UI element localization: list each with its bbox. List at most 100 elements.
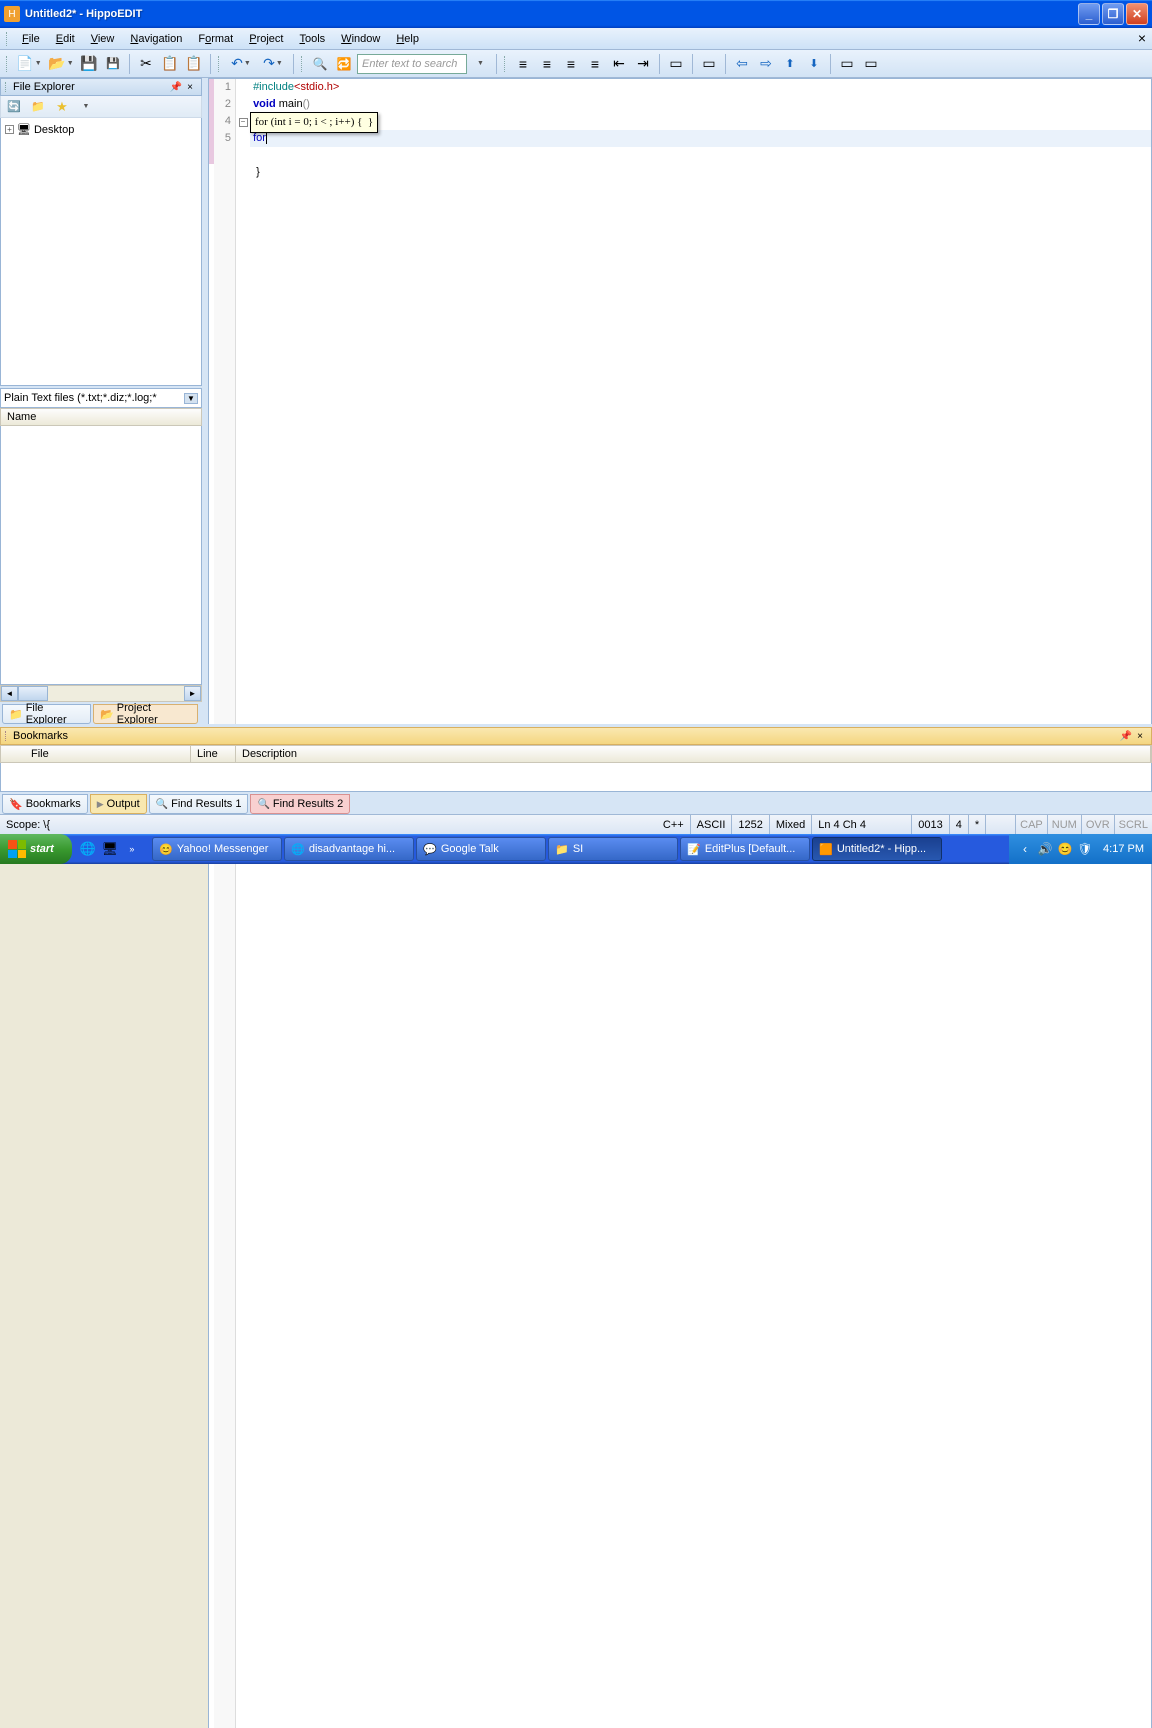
tab-output[interactable]: Output <box>90 794 147 814</box>
windows-logo-icon <box>8 840 26 858</box>
pin-button[interactable]: 📌 <box>169 82 183 93</box>
column-line[interactable]: Line <box>191 746 236 762</box>
grip-icon <box>5 731 9 741</box>
paste-button[interactable] <box>183 53 205 75</box>
search-input[interactable]: Enter text to search <box>357 54 467 74</box>
window-titlebar: H Untitled2* - HippoEDIT _ ❐ ✕ <box>0 0 1152 28</box>
grip-icon <box>6 32 10 46</box>
scroll-right-button[interactable]: ► <box>184 686 201 701</box>
tab-file-explorer[interactable]: File Explorer <box>2 704 91 724</box>
window-button-2[interactable] <box>860 53 882 75</box>
desktop-icon <box>17 123 31 136</box>
main-area: File Explorer 📌 × ▼ + Desktop Plain Text… <box>0 78 1152 724</box>
expand-icon[interactable]: + <box>5 125 14 134</box>
explorer-tabs: File Explorer Project Explorer <box>0 702 202 724</box>
horizontal-scrollbar[interactable]: ◄ ► <box>0 685 202 702</box>
tab-bookmarks[interactable]: Bookmarks <box>2 794 88 814</box>
find-button[interactable] <box>309 53 331 75</box>
tree-item-desktop[interactable]: + Desktop <box>5 122 197 137</box>
separator <box>496 54 497 74</box>
scroll-left-button[interactable]: ◄ <box>1 686 18 701</box>
align-right-button[interactable] <box>584 53 606 75</box>
ql-ie-icon[interactable]: 🌐 <box>78 839 98 859</box>
code-hint-tooltip: for (int i = 0; i < ; i++) { } <box>250 112 378 133</box>
menu-format[interactable]: Format <box>190 31 241 47</box>
column-file[interactable]: File <box>1 746 191 762</box>
menu-view[interactable]: View <box>83 31 123 47</box>
cut-button[interactable] <box>135 53 157 75</box>
save-button[interactable] <box>78 53 100 75</box>
start-button[interactable]: start <box>0 834 72 864</box>
favorites-button[interactable] <box>53 98 71 116</box>
outdent-button[interactable] <box>608 53 630 75</box>
mdi-close-button[interactable]: × <box>1138 30 1146 46</box>
file-explorer-panel: File Explorer 📌 × ▼ + Desktop Plain Text… <box>0 78 205 724</box>
window-button-1[interactable] <box>836 53 858 75</box>
nav-forward-button[interactable] <box>755 53 777 75</box>
dropdown-icon[interactable]: ▼ <box>184 393 198 404</box>
code-editor[interactable]: 1245 − #include<stdio.h> void main() for… <box>208 78 1152 1728</box>
menu-navigation[interactable]: Navigation <box>122 31 190 47</box>
scroll-track[interactable] <box>48 686 184 701</box>
replace-button[interactable] <box>333 53 355 75</box>
main-toolbar: ▼ ▼ ▼ ▼ Enter text to search ▼ <box>0 50 1152 78</box>
ql-expand-icon[interactable]: » <box>122 839 142 859</box>
align-center-button[interactable] <box>536 53 558 75</box>
scroll-thumb[interactable] <box>18 686 48 701</box>
separator <box>830 54 831 74</box>
format-button[interactable] <box>665 53 687 75</box>
app-icon: H <box>4 6 20 22</box>
folder-icon <box>9 708 23 721</box>
line-gutter: 1245 <box>214 79 236 1728</box>
tab-find-results-1[interactable]: Find Results 1 <box>149 794 249 814</box>
align-justify-button[interactable] <box>560 53 582 75</box>
undo-button[interactable]: ▼ <box>226 53 256 75</box>
file-list[interactable] <box>0 426 202 685</box>
align-left-button[interactable] <box>512 53 534 75</box>
column-name: Name <box>7 411 36 423</box>
nav-back-button[interactable] <box>731 53 753 75</box>
new-button[interactable]: ▼ <box>14 53 44 75</box>
menu-help[interactable]: Help <box>388 31 427 47</box>
nav-down-button[interactable] <box>803 53 825 75</box>
indent-button[interactable] <box>632 53 654 75</box>
panel-close-button[interactable]: × <box>183 82 197 93</box>
search-icon <box>156 798 168 810</box>
fold-collapse-icon[interactable]: − <box>239 118 248 127</box>
file-list-header[interactable]: Name <box>0 408 202 426</box>
save-all-button[interactable] <box>102 53 124 75</box>
tab-project-explorer[interactable]: Project Explorer <box>93 704 198 724</box>
menu-tools[interactable]: Tools <box>291 31 333 47</box>
menu-window[interactable]: Window <box>333 31 388 47</box>
window-title: Untitled2* - HippoEDIT <box>25 8 1078 20</box>
window-restore-button[interactable]: ❐ <box>1102 3 1124 25</box>
refresh-button[interactable] <box>5 98 23 116</box>
menu-edit[interactable]: Edit <box>48 31 83 47</box>
menu-file[interactable]: File <box>14 31 48 47</box>
window-minimize-button[interactable]: _ <box>1078 3 1100 25</box>
redo-button[interactable]: ▼ <box>258 53 288 75</box>
open-button[interactable]: ▼ <box>46 53 76 75</box>
search-dropdown-button[interactable]: ▼ <box>469 53 491 75</box>
separator <box>692 54 693 74</box>
panel-button[interactable] <box>698 53 720 75</box>
code-content[interactable]: #include<stdio.h> void main() for (int i… <box>250 79 1151 1728</box>
grip-icon <box>301 56 305 72</box>
file-explorer-toolbar: ▼ <box>0 96 202 118</box>
window-close-button[interactable]: ✕ <box>1126 3 1148 25</box>
separator <box>725 54 726 74</box>
ql-desktop-icon[interactable]: 🖥 <box>100 839 120 859</box>
nav-up-button[interactable] <box>779 53 801 75</box>
grip-icon <box>5 82 9 92</box>
bookmark-icon <box>9 798 23 811</box>
folder-icon <box>100 708 114 721</box>
task-icon: 😊 <box>159 842 173 856</box>
favorites-dropdown[interactable]: ▼ <box>77 98 95 116</box>
folder-tree[interactable]: + Desktop <box>0 118 202 386</box>
copy-button[interactable] <box>159 53 181 75</box>
up-folder-button[interactable] <box>29 98 47 116</box>
file-explorer-title: File Explorer <box>13 81 169 93</box>
fold-margin[interactable]: − <box>236 79 250 1728</box>
menu-project[interactable]: Project <box>241 31 291 47</box>
file-filter-dropdown[interactable]: Plain Text files (*.txt;*.diz;*.log;* ▼ <box>0 388 202 408</box>
